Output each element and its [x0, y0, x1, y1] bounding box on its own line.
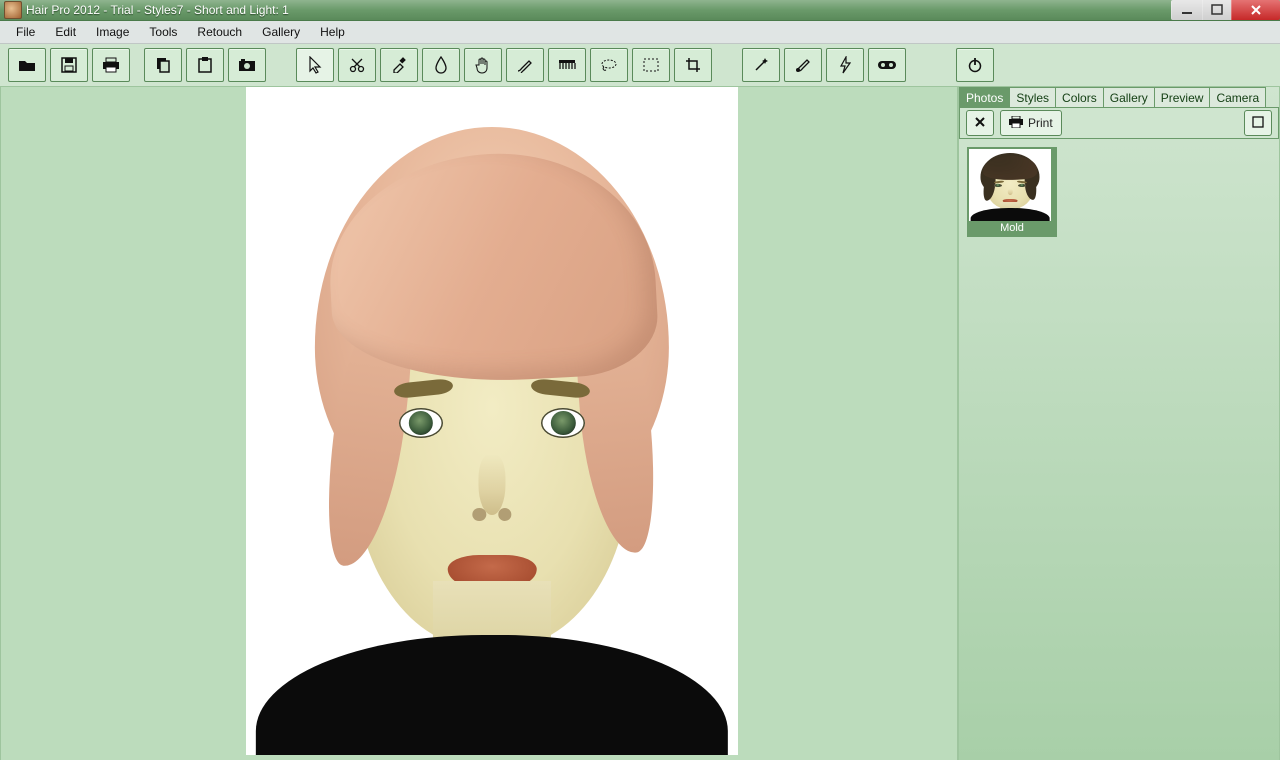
close-icon — [974, 116, 986, 131]
side-tabstrip: Photos Styles Colors Gallery Preview Cam… — [959, 87, 1279, 107]
paste-button[interactable] — [186, 48, 224, 82]
toolbar — [0, 44, 1280, 87]
photo-thumb[interactable]: Mold — [967, 147, 1057, 237]
titlebar: Hair Pro 2012 - Trial - Styles7 - Short … — [0, 0, 1280, 21]
save-icon — [61, 57, 77, 73]
pointer-tool[interactable] — [296, 48, 334, 82]
mask-tool[interactable] — [868, 48, 906, 82]
crop-icon — [685, 57, 701, 73]
canvas[interactable] — [246, 87, 738, 755]
mask-icon — [877, 59, 897, 71]
expand-icon — [1252, 116, 1264, 131]
brush-tool[interactable] — [506, 48, 544, 82]
wand-tool[interactable] — [742, 48, 780, 82]
photo-thumb-label: Mold — [969, 221, 1055, 235]
droplet-tool[interactable] — [422, 48, 460, 82]
menu-gallery[interactable]: Gallery — [252, 23, 310, 41]
crop-tool[interactable] — [674, 48, 712, 82]
scissor-icon — [349, 57, 365, 73]
lasso-icon — [600, 58, 618, 72]
side-panel-toolbar: Print — [959, 107, 1279, 139]
pointer-icon — [308, 56, 322, 74]
lasso-tool[interactable] — [590, 48, 628, 82]
brush-icon — [516, 57, 534, 73]
camera-icon — [238, 58, 256, 72]
print-photo-button[interactable]: Print — [1000, 110, 1062, 136]
bolt-tool[interactable] — [826, 48, 864, 82]
open-icon — [18, 57, 36, 73]
bolt-icon — [839, 56, 851, 74]
menu-tools[interactable]: Tools — [139, 23, 187, 41]
minimize-button[interactable] — [1171, 0, 1202, 20]
comb-tool[interactable] — [548, 48, 586, 82]
wand-icon — [753, 57, 769, 73]
photo-thumbs: Mold — [959, 139, 1279, 245]
print-button[interactable] — [92, 48, 130, 82]
hand-icon — [475, 56, 491, 74]
marquee-icon — [643, 58, 659, 72]
scissor-tool[interactable] — [338, 48, 376, 82]
paste-icon — [197, 57, 213, 73]
print-icon — [102, 57, 120, 73]
close-button[interactable] — [1231, 0, 1280, 20]
maximize-button[interactable] — [1202, 0, 1231, 20]
app-icon — [4, 1, 22, 19]
copy-button[interactable] — [144, 48, 182, 82]
eyedropper-icon — [391, 57, 407, 73]
canvas-pane[interactable] — [0, 87, 958, 760]
marquee-tool[interactable] — [632, 48, 670, 82]
menu-retouch[interactable]: Retouch — [187, 23, 252, 41]
comb-icon — [558, 58, 576, 72]
save-button[interactable] — [50, 48, 88, 82]
window-title: Hair Pro 2012 - Trial - Styles7 - Short … — [26, 3, 289, 17]
photo-thumb-image — [969, 149, 1051, 221]
print-icon — [1009, 116, 1023, 131]
camera-button[interactable] — [228, 48, 266, 82]
tab-gallery[interactable]: Gallery — [1103, 87, 1155, 107]
tab-camera[interactable]: Camera — [1209, 87, 1266, 107]
portrait-image — [246, 87, 738, 755]
paint-tool[interactable] — [784, 48, 822, 82]
menu-edit[interactable]: Edit — [45, 23, 86, 41]
tab-styles[interactable]: Styles — [1009, 87, 1056, 107]
expand-panel-button[interactable] — [1244, 110, 1272, 136]
remove-photo-button[interactable] — [966, 110, 994, 136]
power-button[interactable] — [956, 48, 994, 82]
menubar: File Edit Image Tools Retouch Gallery He… — [0, 21, 1280, 44]
side-panel: Photos Styles Colors Gallery Preview Cam… — [958, 87, 1280, 760]
tab-colors[interactable]: Colors — [1055, 87, 1104, 107]
tab-preview[interactable]: Preview — [1154, 87, 1211, 107]
menu-image[interactable]: Image — [86, 23, 139, 41]
print-photo-label: Print — [1028, 116, 1053, 130]
copy-icon — [155, 57, 171, 73]
hand-tool[interactable] — [464, 48, 502, 82]
menu-help[interactable]: Help — [310, 23, 355, 41]
power-icon — [967, 57, 983, 73]
menu-file[interactable]: File — [6, 23, 45, 41]
eyedropper-tool[interactable] — [380, 48, 418, 82]
tab-photos[interactable]: Photos — [959, 87, 1010, 107]
open-button[interactable] — [8, 48, 46, 82]
droplet-icon — [434, 56, 448, 74]
paint-icon — [795, 57, 811, 73]
